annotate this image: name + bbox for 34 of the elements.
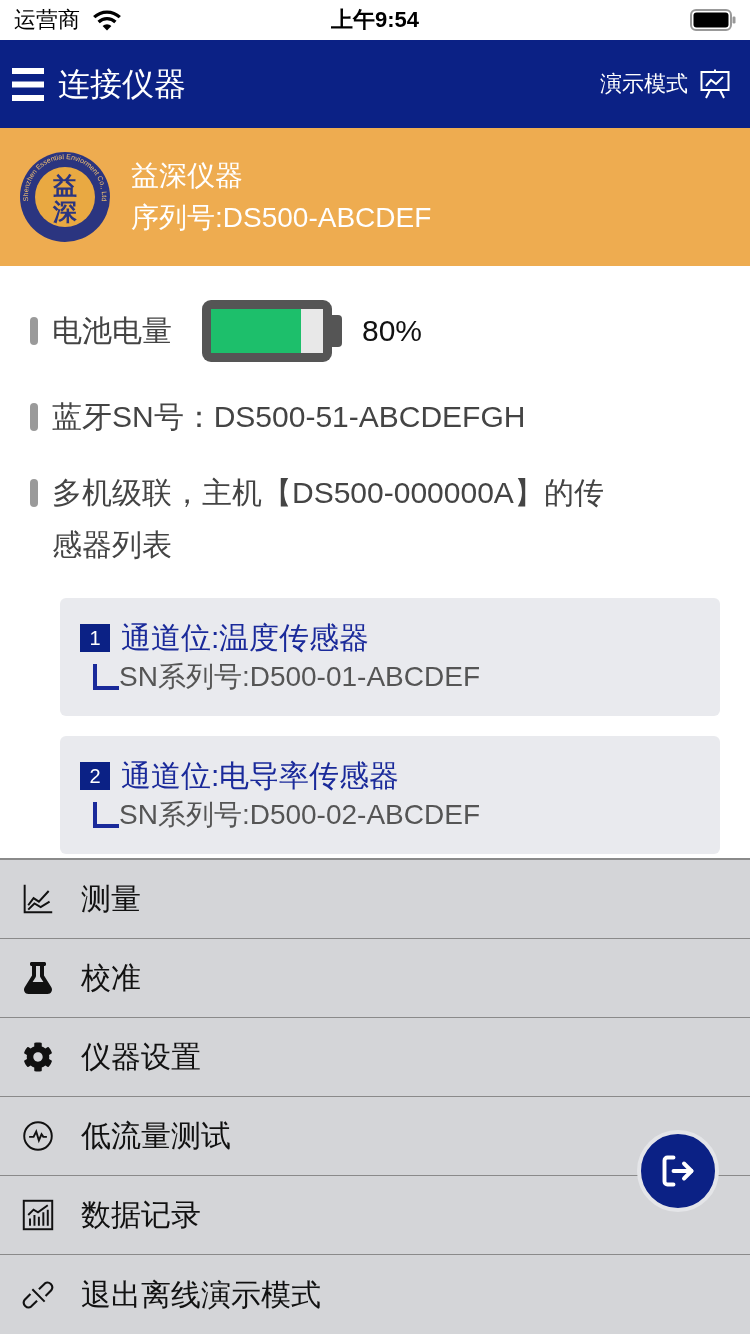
row-marker bbox=[30, 479, 38, 507]
device-serial: 序列号:DS500-ABCDEF bbox=[131, 201, 432, 235]
channel-number-badge: 1 bbox=[80, 624, 110, 652]
menu-item[interactable]: 退出离线演示模式 bbox=[0, 1255, 750, 1334]
nav-title: 连接仪器 bbox=[58, 65, 186, 104]
channel-number-badge: 2 bbox=[80, 762, 110, 790]
sensor-channel: 通道位:温度传感器 bbox=[121, 620, 370, 656]
sensor-serial: SN系列号:D500-01-ABCDEF bbox=[119, 660, 480, 694]
settings-icon bbox=[23, 1042, 53, 1072]
row-marker bbox=[30, 317, 38, 345]
info-text: 蓝牙SN号：DS500-51-ABCDEFGH bbox=[52, 399, 527, 435]
flask-icon bbox=[22, 962, 54, 994]
menu-item[interactable]: 校准 bbox=[0, 939, 750, 1018]
battery-percentage: 80% bbox=[362, 313, 423, 349]
tree-branch-icon bbox=[93, 664, 119, 690]
bar-chart-icon bbox=[22, 1199, 54, 1231]
carrier-name: 运营商 bbox=[14, 6, 80, 34]
menu-item[interactable]: 测量 bbox=[0, 860, 750, 939]
row-marker bbox=[30, 403, 38, 431]
pulse-circle-icon bbox=[22, 1120, 54, 1152]
presentation-chart-icon bbox=[700, 69, 730, 99]
tree-branch-icon bbox=[93, 802, 119, 828]
menu-icon[interactable] bbox=[12, 67, 44, 101]
menu-item[interactable]: 仪器设置 bbox=[0, 1018, 750, 1097]
wifi-icon bbox=[92, 9, 122, 31]
sensor-serial: SN系列号:D500-02-ABCDEF bbox=[119, 798, 480, 832]
demo-mode-button[interactable]: 演示模式 bbox=[600, 69, 730, 99]
line-chart-icon bbox=[21, 883, 55, 915]
device-name: 益深仪器 bbox=[131, 159, 244, 193]
sensor-channel: 通道位:电导率传感器 bbox=[121, 758, 400, 794]
battery-label: 电池电量 bbox=[52, 313, 172, 349]
battery-status-icon bbox=[690, 9, 736, 31]
info-text: 多机级联，主机【DS500-000000A】的传感器列表 bbox=[52, 475, 605, 563]
status-time: 上午9:54 bbox=[330, 6, 419, 34]
